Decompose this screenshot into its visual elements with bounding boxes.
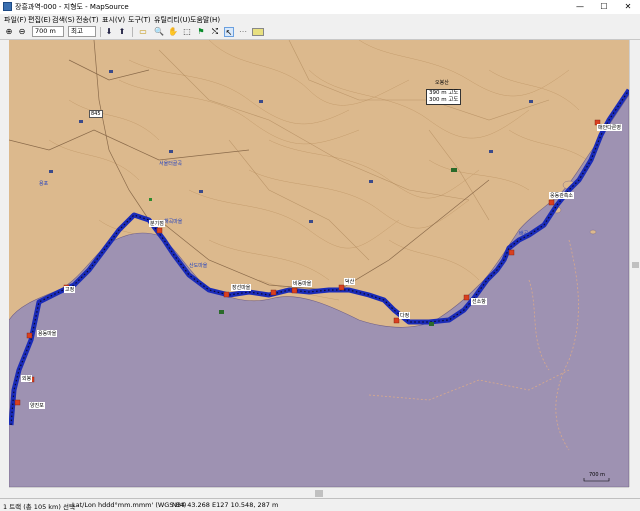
menu-view[interactable]: 표시(V) [102,15,125,25]
distance-tool-icon[interactable]: ⋯ [238,27,248,37]
horizontal-scroll-thumb[interactable] [315,490,323,497]
menu-edit[interactable]: 편집(E) [28,15,51,25]
place-label: 배곡 [519,231,529,237]
place-label: 용포 [39,181,49,187]
menu-bar: 파일(F) 편집(E) 검색(S) 전송(T) 표시(V) 도구(T) 유틸리티… [0,14,640,25]
maximize-button[interactable]: ☐ [592,0,616,14]
place-label: 덕산 [344,278,356,285]
menu-tools[interactable]: 도구(T) [128,15,151,25]
left-margin [0,40,9,487]
toolbar-separator [100,27,101,37]
send-to-device-icon[interactable]: ⬆ [117,27,127,37]
place-label: 양진포 [29,402,45,409]
app-icon [3,2,12,11]
route-tool-icon[interactable]: ⤭ [210,27,220,37]
vertical-scrollbar[interactable] [629,40,640,487]
elevation-tooltip: 390 m 고도 300 m 고도 [426,89,462,105]
close-button[interactable]: ✕ [616,0,640,14]
hand-tool-icon[interactable]: ✋ [168,27,178,37]
zoom-in-icon[interactable]: ⊕ [4,27,14,37]
elevation-line-1: 390 m 고도 [429,90,459,96]
place-label: 분기점 [149,220,165,227]
zoom-tool-icon[interactable]: 🔍 [154,27,164,37]
cursor-position: N34 43.268 E127 10.548, 287 m [172,501,279,509]
vertical-scroll-thumb[interactable] [632,262,639,268]
toolbar: ⊕ ⊖ 700 m 최고 ⬇ ⬆ ▭ 🔍 ✋ ⬚ ⚑ ⤭ ↖ ⋯ [0,25,640,40]
place-label: 선소항 [471,298,487,305]
menu-search[interactable]: 검색(S) [52,15,75,25]
map-tool-icon[interactable]: ▭ [138,27,148,37]
coordinate-format: Lat/Lon hddd°mm.mmm' (WGS 84) [72,501,187,509]
zoom-scale-select[interactable]: 700 m [32,26,64,37]
zoom-scale-value: 700 m [35,27,56,35]
place-label: 고정 [64,286,76,293]
detail-value: 최고 [71,27,83,35]
road-number-label: 845 [89,110,103,118]
place-label: 다정 [399,312,411,319]
menu-utilities[interactable]: 유틸리티(U) [154,15,190,25]
minimize-button[interactable]: — [568,0,592,14]
status-bar: 1 트랙 (총 105 km) 선택 Lat/Lon hddd°mm.mmm' … [0,498,640,511]
zoom-out-icon[interactable]: ⊖ [17,27,27,37]
map-canvas[interactable]: 845 오봉산 서울터골곡 해곡마을 덕산 비동마을 장선마을 산도마을 고정 … [9,40,629,487]
elevation-line-2: 300 m 고도 [429,97,459,103]
title-bar: 장흥과역-000 - 지형도 - MapSource — ☐ ✕ [0,0,640,15]
place-label: 외봉 [21,375,33,382]
toolbar-separator [132,27,133,37]
place-label: 비동마을 [292,280,313,287]
place-label: 서울터골곡 [159,161,183,167]
place-label: 산도마을 [189,263,208,269]
place-label: 웅동관측소 [549,192,575,199]
window-title: 장흥과역-000 - 지형도 - MapSource [15,3,129,11]
place-label: 매안다른영 [597,124,623,131]
place-label: 해곡마을 [164,219,183,225]
track-tool-icon[interactable]: ↖ [224,27,234,37]
measure-tool-icon[interactable] [252,28,264,36]
map-svg [9,40,629,487]
place-label: 장선마을 [231,284,252,291]
menu-help[interactable]: 도움말(H) [190,15,220,25]
place-label: 용동마을 [37,330,58,337]
menu-file[interactable]: 파일(F) [4,15,26,25]
detail-select[interactable]: 최고 [68,26,96,37]
menu-transfer[interactable]: 전송(T) [76,15,99,25]
scale-label: 700 m [589,472,606,478]
selection-tool-icon[interactable]: ⬚ [182,27,192,37]
receive-from-device-icon[interactable]: ⬇ [104,27,114,37]
peak-label: 오봉산 [435,80,449,86]
waypoint-tool-icon[interactable]: ⚑ [196,27,206,37]
